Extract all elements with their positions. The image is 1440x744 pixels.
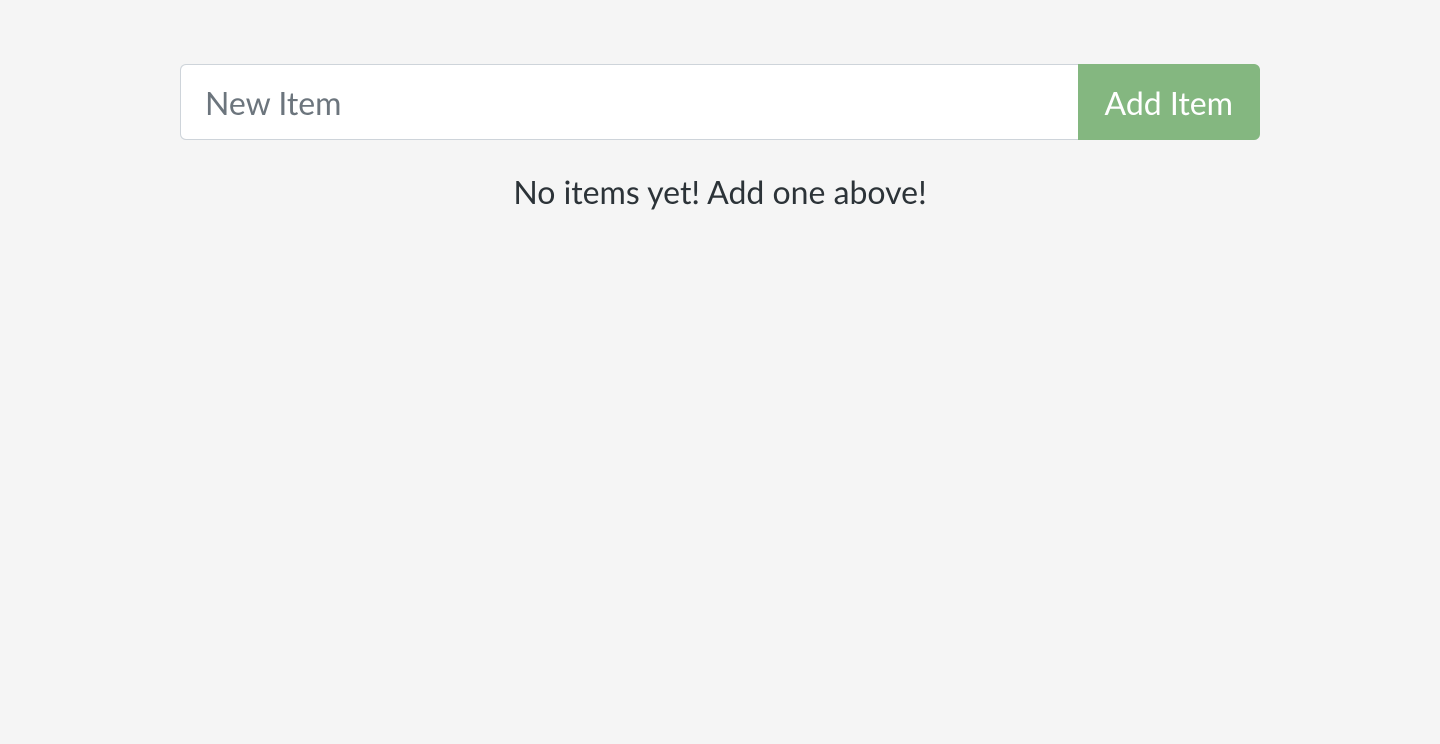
todo-app: Add Item No items yet! Add one above! [180, 0, 1260, 211]
add-item-button[interactable]: Add Item [1078, 64, 1260, 140]
add-item-form: Add Item [180, 64, 1260, 140]
new-item-input[interactable] [180, 64, 1078, 140]
empty-state-message: No items yet! Add one above! [180, 172, 1260, 211]
